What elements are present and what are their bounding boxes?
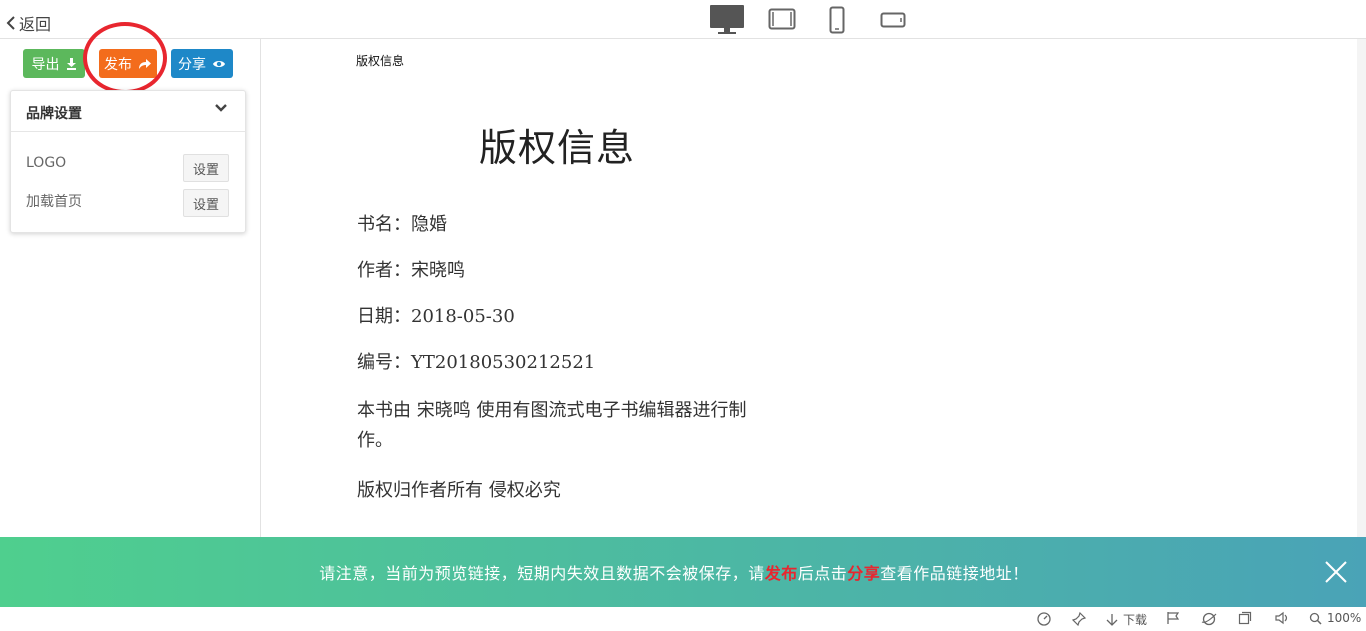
serial-line: 编号：YT20180530212521 bbox=[357, 352, 596, 373]
window-icon[interactable] bbox=[1238, 611, 1252, 625]
zoom-control[interactable]: 100% bbox=[1309, 611, 1361, 625]
notice-highlight-publish: 发布 bbox=[764, 564, 798, 583]
scrollbar[interactable] bbox=[1357, 39, 1366, 537]
publish-label: 发布 bbox=[104, 56, 132, 73]
desktop-icon[interactable] bbox=[708, 4, 746, 36]
eye-icon bbox=[212, 59, 226, 69]
chevron-down-icon[interactable] bbox=[215, 103, 227, 113]
left-panel: 导出 发布 分享 品牌设置 LOGO 设置 加载首页 设置 bbox=[0, 22, 261, 537]
top-bar: 返回 bbox=[0, 0, 1366, 39]
notice-highlight-share: 分享 bbox=[847, 564, 881, 583]
card-title: 品牌设置 bbox=[26, 106, 82, 122]
copyright-line: 版权归作者所有 侵权必究 bbox=[357, 480, 561, 501]
share-label: 分享 bbox=[178, 56, 206, 73]
book-name-line: 书名：隐婚 bbox=[357, 214, 447, 235]
publish-button[interactable]: 发布 bbox=[99, 49, 157, 78]
download-button[interactable]: 下载 bbox=[1105, 611, 1147, 628]
page-title: 版权信息 bbox=[479, 126, 636, 170]
share-button[interactable]: 分享 bbox=[171, 49, 233, 78]
editor-note: 本书由 宋晓鸣 使用有图流式电子书编辑器进行制作。 bbox=[357, 400, 747, 451]
date-line: 日期：2018-05-30 bbox=[357, 306, 515, 327]
share-arrow-icon bbox=[138, 58, 152, 70]
flag-icon[interactable] bbox=[1166, 611, 1180, 625]
notice-message: 请注意，当前为预览链接，短期内失效且数据不会被保存，请 发布 后点击 分享 查看作品链接… bbox=[0, 537, 1348, 607]
tablet-landscape-icon[interactable] bbox=[768, 8, 796, 30]
brand-settings-card: 品牌设置 LOGO 设置 加载首页 设置 bbox=[10, 90, 246, 233]
notice-text-3: 查看作品链接地址！ bbox=[880, 564, 1029, 583]
notice-text-1: 请注意，当前为预览链接，短期内失效且数据不会被保存，请 bbox=[319, 564, 765, 583]
export-label: 导出 bbox=[31, 56, 60, 73]
author-line: 作者：宋晓鸣 bbox=[357, 260, 465, 281]
speed-icon[interactable] bbox=[1036, 611, 1052, 627]
notice-bar: 请注意，当前为预览链接，短期内失效且数据不会被保存，请 发布 后点击 分享 查看作品链接… bbox=[0, 537, 1366, 607]
logo-settings-button[interactable]: 设置 bbox=[183, 154, 229, 182]
volume-icon[interactable] bbox=[1275, 611, 1291, 625]
download-label: 下载 bbox=[1123, 613, 1148, 627]
breadcrumb: 版权信息 bbox=[356, 54, 405, 68]
phone-landscape-icon[interactable] bbox=[880, 12, 906, 28]
export-button[interactable]: 导出 bbox=[23, 49, 85, 78]
chevron-left-icon bbox=[6, 16, 15, 30]
zoom-level: 100% bbox=[1327, 611, 1362, 625]
close-icon[interactable] bbox=[1324, 560, 1348, 584]
loading-page-label: 加载首页 bbox=[26, 194, 82, 210]
zoom-icon bbox=[1309, 612, 1322, 625]
download-icon bbox=[66, 57, 77, 70]
loading-page-settings-button[interactable]: 设置 bbox=[183, 189, 229, 217]
browser-icon[interactable] bbox=[1201, 611, 1217, 627]
document-preview: 版权信息 版权信息 书名：隐婚 作者：宋晓鸣 日期：2018-05-30 编号：… bbox=[261, 39, 1357, 537]
status-bar: 下载 100% bbox=[0, 607, 1366, 631]
pin-icon[interactable] bbox=[1071, 611, 1087, 627]
back-label: 返回 bbox=[19, 15, 52, 34]
phone-portrait-icon[interactable] bbox=[829, 6, 845, 34]
logo-label: LOGO bbox=[26, 155, 67, 171]
notice-text-2: 后点击 bbox=[797, 564, 848, 583]
card-header: 品牌设置 bbox=[11, 91, 245, 132]
back-button[interactable]: 返回 bbox=[5, 11, 51, 35]
arrow-down-icon bbox=[1106, 613, 1118, 626]
